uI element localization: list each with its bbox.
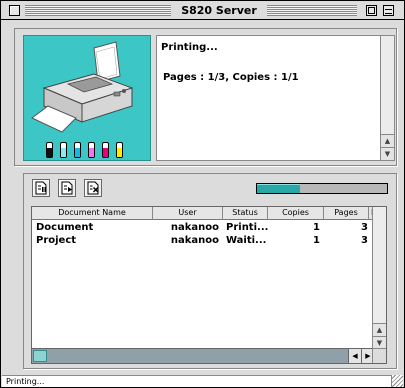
column-header-user[interactable]: User [153, 207, 223, 220]
status-details: Pages : 1/3, Copies : 1/1 [163, 72, 299, 83]
printer-status-panel: Printing... Pages : 1/3, Copies : 1/1 ▲ … [14, 28, 397, 166]
progress-fill [257, 184, 300, 193]
scrollbar-corner [372, 348, 386, 363]
scroll-up-arrow-icon[interactable]: ▲ [373, 323, 386, 336]
cell-pages: 3 [361, 222, 368, 233]
delete-document-icon [87, 181, 99, 195]
print-server-window: S820 Server Printing... Pages: 1/3, Cop… [0, 0, 405, 388]
cell-document-name: Document [36, 222, 94, 233]
cell-copies: 1 [313, 222, 320, 233]
status-message-area: Printing... Pages : 1/3, Copies : 1/1 ▲ … [156, 35, 395, 161]
scroll-left-arrow-icon[interactable]: ◀ [348, 349, 361, 363]
status-bar: Printing... [2, 375, 403, 387]
table-header: Document Name User Status Copies Pages R… [32, 207, 381, 220]
column-header-copies[interactable]: Copies [268, 207, 324, 220]
hold-job-button[interactable] [32, 179, 50, 197]
status-scrollbar[interactable]: ▲ ▼ [380, 36, 394, 160]
status-message: Printing... [161, 42, 218, 53]
resume-job-button[interactable] [58, 179, 76, 197]
black-ink-tank [46, 142, 53, 158]
zoom-box-icon[interactable] [366, 5, 377, 16]
table-row[interactable]: Project nakanoo Waiti... 1 3 [32, 234, 373, 247]
print-progress-bar [256, 183, 388, 194]
cell-copies: 1 [313, 235, 320, 246]
resume-document-icon [61, 181, 73, 195]
table-horizontal-scrollbar[interactable]: ◀ ▶ [32, 348, 374, 363]
table-vertical-scrollbar[interactable]: ▲ ▼ [372, 207, 386, 349]
pause-document-icon [35, 181, 47, 195]
title-bar-stripes [267, 5, 357, 16]
title-bar[interactable]: S820 Server [1, 1, 404, 20]
yellow-ink-tank [116, 142, 123, 158]
cell-status: Waiti... [226, 235, 267, 246]
cell-user: nakanoo [170, 235, 219, 246]
column-header-document-name[interactable]: Document Name [32, 207, 153, 220]
delete-job-button[interactable] [84, 179, 102, 197]
column-header-status[interactable]: Status [223, 207, 268, 220]
magenta-ink-tank [102, 142, 109, 158]
job-queue-panel: Document Name User Status Copies Pages R… [23, 173, 397, 369]
cell-pages: 3 [361, 235, 368, 246]
scroll-up-arrow-icon[interactable]: ▲ [381, 134, 394, 147]
resize-grip-icon[interactable] [391, 375, 403, 387]
close-box-icon[interactable] [9, 5, 20, 16]
table-row[interactable]: Document nakanoo Printi... 1 3 [32, 221, 373, 234]
printer-illustration [23, 35, 151, 161]
window-title: S820 Server [171, 3, 267, 18]
scrollbar-thumb[interactable] [33, 350, 47, 362]
cyan-ink-tank [74, 142, 81, 158]
title-bar-stripes [25, 5, 171, 16]
printer-icon [31, 41, 134, 133]
job-queue-table: Document Name User Status Copies Pages R… [31, 206, 387, 364]
status-bar-text: Printing... [6, 377, 45, 386]
cell-document-name: Project [36, 235, 77, 246]
cell-status: Printi... [226, 222, 268, 233]
cell-user: nakanoo [170, 222, 219, 233]
column-header-pages[interactable]: Pages [324, 207, 369, 220]
collapse-box-icon[interactable] [383, 5, 394, 16]
photo-cyan-ink-tank [60, 142, 67, 158]
scroll-down-arrow-icon[interactable]: ▼ [381, 147, 394, 160]
photo-magenta-ink-tank [88, 142, 95, 158]
